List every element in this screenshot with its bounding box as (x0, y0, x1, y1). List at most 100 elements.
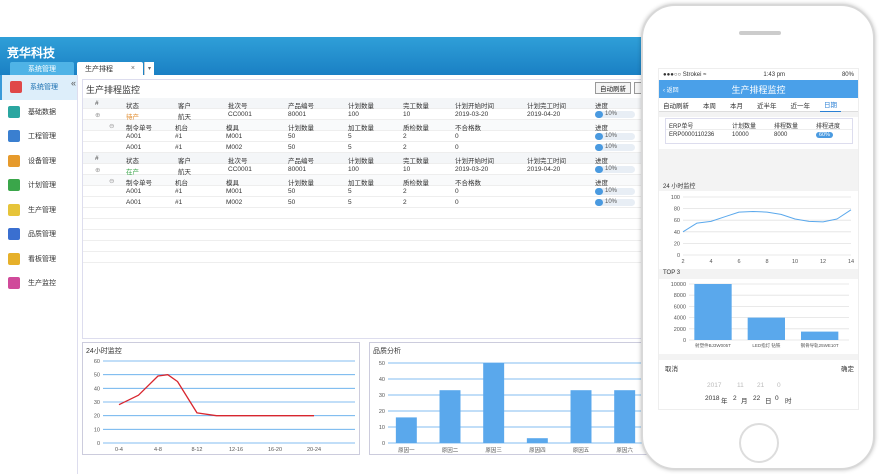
tab-system[interactable]: 系统管理 (10, 62, 74, 75)
box-icon (8, 130, 20, 143)
y-tick-label: 0 (97, 441, 100, 447)
card-cell: 8000 (774, 131, 788, 138)
card-header-label: 计划数量 (732, 123, 757, 130)
collapse-icon[interactable]: ⊖ (109, 177, 114, 185)
mobile-tab[interactable]: 近一年 (787, 100, 815, 110)
sub-column-header: 质检数量 (403, 124, 429, 132)
sub-column-header: 计划数量 (288, 179, 314, 187)
picker-value[interactable]: 年 (721, 395, 728, 405)
phone-speaker (739, 31, 781, 35)
table-cell: 5 (348, 187, 352, 195)
picker-value[interactable]: 2018 (705, 395, 719, 402)
picker-value[interactable]: 2 (733, 395, 737, 402)
picker-value[interactable]: 0 (775, 395, 779, 402)
table-cell: 5 (348, 132, 352, 140)
table-cell: M001 (226, 132, 243, 140)
table-cell: #1 (175, 143, 183, 151)
chart-quality-panel: 品质分析 0 10 20 30 40 50 原因一 原因二 原因三 原因四 原因五 原因六 (369, 342, 655, 455)
close-icon[interactable]: × (131, 65, 135, 72)
cancel-button[interactable]: 取消 (665, 363, 678, 373)
x-tick-label: 原因六 (616, 446, 633, 454)
chevron-down-icon[interactable]: ▾ (144, 62, 154, 75)
progress-bar: 10% (595, 166, 635, 173)
clipboard-icon (8, 203, 20, 216)
sidebar-item-0[interactable]: 系统管理 (0, 75, 77, 100)
progress-label: 10% (605, 111, 618, 117)
collapse-icon[interactable]: ⊖ (109, 122, 114, 130)
confirm-button[interactable]: 确定 (841, 363, 854, 373)
y-tick-label: 6000 (674, 304, 686, 310)
table-cell: 0 (455, 198, 459, 206)
table-cell: 航天 (178, 168, 191, 176)
table-cell: #1 (175, 187, 183, 195)
column-header: 计划开始时间 (455, 102, 494, 110)
table-cell: 0 (455, 187, 459, 195)
y-tick-label: 8000 (674, 293, 686, 299)
sidebar-item-6[interactable]: 品质管理 (0, 222, 77, 247)
brand-name: 竞华科技 (7, 46, 56, 60)
sub-column-header: 机台 (175, 124, 188, 132)
table-cell: M002 (226, 143, 243, 151)
y-tick-label: 0 (382, 441, 385, 447)
column-header: 产品编号 (288, 157, 314, 165)
tab-production[interactable]: 生产排程 × (77, 62, 143, 75)
y-tick-label: 40 (94, 386, 100, 392)
bar (801, 331, 839, 340)
carrier-label: ●●●○○ Strokei ≈ (663, 71, 707, 78)
table-cell: CC0001 (228, 165, 252, 173)
table-row[interactable]: ⊕ 在产 航天 CC0001 80001 100 10 2019-03-20 2019-04-2… (83, 164, 656, 176)
home-button[interactable] (739, 423, 779, 463)
sub-row[interactable]: A001 #1 M002 50 5 2 0 10% (83, 197, 656, 208)
expand-icon[interactable]: ⊕ (95, 166, 100, 174)
sub-row[interactable]: A001 #1 M001 50 5 2 0 10% (83, 186, 656, 197)
mobile-tab[interactable]: 本月 (726, 100, 747, 110)
table-cell: 2 (403, 198, 407, 206)
progress-label: 10% (605, 188, 618, 194)
column-header: 计划数量 (348, 157, 374, 165)
mobile-tab[interactable]: 日期 (820, 98, 841, 112)
table-cell: M001 (226, 187, 243, 195)
mobile-tab[interactable]: 近半年 (753, 100, 781, 110)
divider (659, 112, 858, 117)
picker-value[interactable]: 月 (741, 395, 748, 405)
sidebar-item-1[interactable]: 基础数据 (0, 100, 77, 125)
progress-label: 10% (605, 144, 618, 150)
sub-row[interactable]: A001 #1 M001 50 5 2 0 10% (83, 131, 656, 142)
sub-column-header: 不合格数 (455, 179, 481, 187)
column-header: # (95, 99, 99, 107)
sidebar-item-label: 工程管理 (28, 133, 56, 141)
sidebar-item-2[interactable]: 工程管理 (0, 124, 77, 149)
x-tick-label: 钢骨导轨25WE10T (801, 342, 839, 349)
empty-row (83, 219, 656, 230)
auto-refresh-button[interactable]: 自动刷新 (595, 82, 631, 94)
mobile-chart-24h-svg: 0 20 40 60 80 100 2 4 6 8 10 12 14 (659, 191, 858, 269)
column-header: 状态 (126, 102, 139, 110)
column-header: 产品编号 (288, 102, 314, 110)
sub-row[interactable]: A001 #1 M002 50 5 2 0 10% (83, 142, 656, 153)
equipment-icon (8, 154, 20, 167)
column-header: 计划数量 (348, 102, 374, 110)
picker-value[interactable]: 时 (785, 395, 792, 405)
mobile-tab[interactable]: 自动刷新 (659, 100, 693, 110)
sidebar-item-4[interactable]: 计划管理 (0, 173, 77, 198)
desktop-app: 竞华科技 系统管理 生产排程 × ▾ 系统管理 基础数据 工程管理 设备管理 计划管理生… (0, 0, 656, 474)
y-tick-label: 20 (94, 414, 100, 420)
sub-header-row: ⊖ 制令单号 机台 模具 计划数量 加工数量 质检数量 不合格数 进度 (83, 175, 656, 187)
expand-icon[interactable]: ⊕ (95, 111, 100, 119)
table-cell: A001 (126, 198, 142, 206)
table-row[interactable]: ⊕ 待产 航天 CC0001 80001 100 10 2019-03-20 2019-04-2… (83, 109, 656, 121)
collapse-sidebar-icon[interactable]: « (71, 78, 76, 88)
mobile-tab[interactable]: 本周 (699, 100, 720, 110)
sidebar-item-label: 品质管理 (28, 231, 56, 239)
x-tick-label: 4-8 (154, 447, 162, 453)
wifi-icon: ≈ (703, 71, 707, 78)
sidebar-item-8[interactable]: 生产监控 (0, 271, 77, 296)
sidebar-item-5[interactable]: 生产管理 (0, 198, 77, 223)
cube-icon (8, 105, 20, 118)
picker-value[interactable]: 日 (765, 395, 772, 405)
phone-mockup: ●●●○○ Strokei ≈ 1:43 pm 80% ‹ 返回 生产排程监控 … (641, 4, 875, 470)
sidebar-item-label: 计划管理 (28, 182, 56, 190)
sidebar-item-3[interactable]: 设备管理 (0, 149, 77, 174)
sidebar-item-7[interactable]: 看板管理 (0, 247, 77, 272)
picker-value[interactable]: 22 (753, 395, 760, 402)
